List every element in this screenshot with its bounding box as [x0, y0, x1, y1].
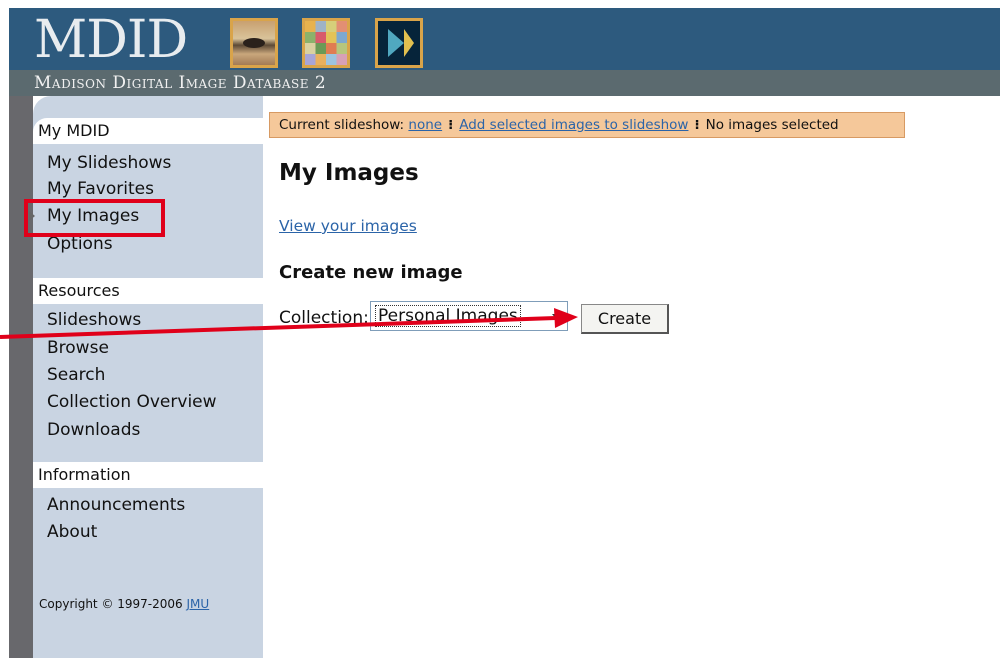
sidebar-item-collection-overview[interactable]: Collection Overview	[47, 391, 217, 413]
sidebar-item-about[interactable]: About	[47, 521, 97, 543]
sidebar-item-my-favorites[interactable]: My Favorites	[47, 178, 154, 200]
separator-icon: ⁝	[448, 117, 454, 133]
sidebar-item-browse[interactable]: Browse	[47, 337, 109, 359]
copyright-link-jmu[interactable]: JMU	[187, 597, 210, 611]
sidebar: My MDID My Slideshows My Favorites My Im…	[33, 96, 263, 658]
bowtie-logo-icon	[375, 18, 423, 68]
page-title: My Images	[279, 160, 419, 186]
sidebar-item-my-slideshows[interactable]: My Slideshows	[47, 152, 171, 174]
sidebar-section-my-mdid: My MDID	[33, 118, 263, 144]
current-slideshow-link[interactable]: none	[408, 117, 442, 133]
sidebar-item-downloads[interactable]: Downloads	[47, 419, 140, 441]
annotation-highlight-box	[24, 199, 165, 237]
mosaic-logo-icon	[302, 18, 350, 68]
logo-text: MDID	[34, 10, 188, 70]
chevron-down-icon[interactable]	[548, 303, 566, 329]
sidebar-section-information: Information	[33, 462, 263, 488]
separator-icon: ⁝	[694, 117, 700, 133]
subtitle-bar: Madison Digital Image Database 2	[9, 70, 1000, 96]
sidebar-item-announcements[interactable]: Announcements	[47, 494, 185, 516]
sidebar-item-slideshows[interactable]: Slideshows	[47, 309, 141, 331]
collection-select[interactable]: Personal Images	[370, 301, 568, 331]
add-to-slideshow-link[interactable]: Add selected images to slideshow	[459, 117, 688, 133]
collection-label: Collection:	[279, 308, 369, 328]
selection-status: No images selected	[705, 117, 839, 133]
collection-select-value: Personal Images	[375, 305, 521, 327]
view-images-link[interactable]: View your images	[279, 217, 417, 235]
slideshow-status-bar: Current slideshow: none ⁝ Add selected ima…	[269, 112, 905, 138]
eye-logo-icon	[230, 18, 278, 68]
header: MDID	[9, 8, 1000, 70]
copyright-notice: Copyright © 1997-2006 JMU	[39, 597, 210, 611]
sidebar-item-search[interactable]: Search	[47, 364, 105, 386]
slideshow-label: Current slideshow:	[279, 117, 405, 133]
create-button[interactable]: Create	[581, 304, 669, 334]
sidebar-section-resources: Resources	[33, 278, 263, 304]
create-image-heading: Create new image	[279, 262, 463, 283]
site-subtitle: Madison Digital Image Database 2	[34, 73, 327, 93]
left-decorative-strip	[9, 96, 33, 658]
